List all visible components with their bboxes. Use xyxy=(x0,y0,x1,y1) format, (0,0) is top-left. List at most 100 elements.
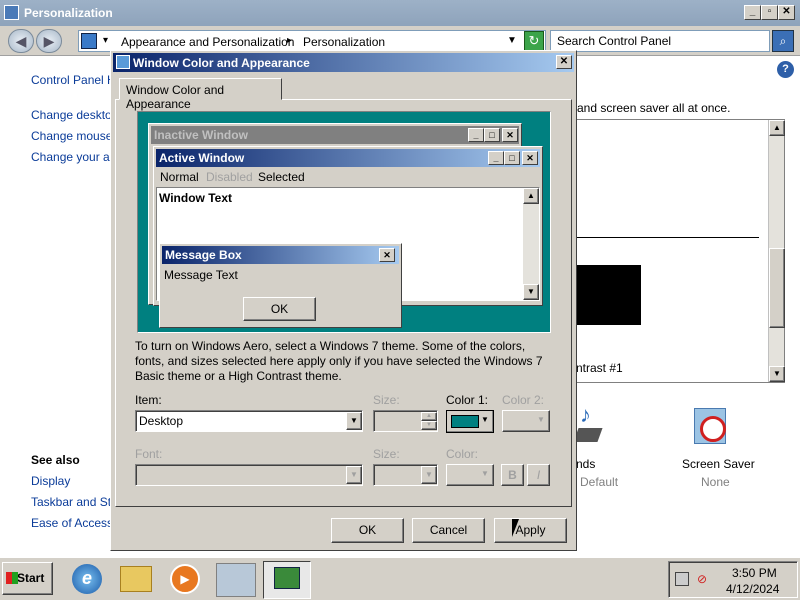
divider xyxy=(567,237,759,238)
see-also-display[interactable]: Display xyxy=(31,474,70,488)
message-text: Message Text xyxy=(164,268,238,282)
dialog-icon xyxy=(116,55,130,69)
address-field[interactable]: ▾ Appearance and Personalization ▸ Perso… xyxy=(78,30,546,52)
system-tray: ⊘ 3:50 PM 4/12/2024 xyxy=(668,561,798,598)
see-also-taskbar[interactable]: Taskbar and Sta xyxy=(31,495,118,509)
control-panel-icon xyxy=(81,33,97,49)
font-color-label: Color: xyxy=(446,447,479,461)
media-player-icon[interactable]: ▶ xyxy=(170,564,200,594)
address-dropdown-icon[interactable]: ▼ xyxy=(507,35,517,46)
item-select-value: Desktop xyxy=(139,414,184,428)
color2-picker[interactable]: ▼ xyxy=(502,410,550,432)
sidebar-item-change-account[interactable]: Change your acc xyxy=(31,150,122,164)
chevron-down-icon[interactable]: ▼ xyxy=(346,466,362,484)
scrollbar-thumb[interactable] xyxy=(769,248,785,328)
clock-date[interactable]: 4/12/2024 xyxy=(726,582,779,596)
scroll-up-button[interactable]: ▲ xyxy=(523,188,539,204)
maximize-button[interactable]: ▫ xyxy=(761,5,778,20)
chevron-down-icon[interactable]: ▼ xyxy=(346,412,362,430)
menu-disabled[interactable]: Disabled xyxy=(206,170,253,184)
window-color-dialog: Window Color and Appearance ✕ Window Col… xyxy=(110,50,577,551)
personalization-task-button[interactable] xyxy=(263,561,311,599)
italic-button[interactable]: I xyxy=(527,464,550,486)
see-also-heading: See also xyxy=(31,453,80,467)
spin-down-icon[interactable]: ▼ xyxy=(421,421,437,430)
minimize-icon: _ xyxy=(488,151,504,165)
scroll-down-button[interactable]: ▼ xyxy=(523,284,539,300)
control-panel-task-icon[interactable] xyxy=(216,563,256,597)
network-icon[interactable] xyxy=(675,572,689,586)
scroll-down-button[interactable]: ▼ xyxy=(769,366,785,382)
font-size-select[interactable]: ▼ xyxy=(373,464,438,486)
font-size-label: Size: xyxy=(373,447,400,461)
minimize-button[interactable]: _ xyxy=(744,5,761,20)
sidebar-item-control-panel-home[interactable]: Control Panel Ho xyxy=(31,73,122,87)
search-input[interactable]: Search Control Panel xyxy=(550,30,770,52)
start-button[interactable]: Start xyxy=(2,562,53,595)
chevron-down-icon[interactable]: ▼ xyxy=(421,466,437,484)
screen-saver-value: None xyxy=(701,475,730,489)
dialog-close-button[interactable]: ✕ xyxy=(556,55,572,69)
theme-thumbnail[interactable] xyxy=(577,265,641,325)
chevron-down-icon: ▼ xyxy=(481,415,489,424)
control-panel-icon xyxy=(4,5,19,20)
keyboard-shape xyxy=(573,428,603,442)
sidebar-item-change-desktop[interactable]: Change desktop xyxy=(31,108,118,122)
dialog-titlebar[interactable]: Window Color and Appearance ✕ xyxy=(113,53,574,72)
volume-muted-icon[interactable]: ⊘ xyxy=(697,572,711,586)
item-label: Item: xyxy=(135,393,162,407)
theme-list[interactable]: ntrast #1 ▲ ▼ xyxy=(566,119,785,383)
chevron-down-icon[interactable]: ▾ xyxy=(103,35,108,46)
back-button[interactable]: ◀ xyxy=(8,29,34,53)
menu-selected[interactable]: Selected xyxy=(258,170,305,184)
bold-button[interactable]: B xyxy=(501,464,524,486)
description-text: To turn on Windows Aero, select a Window… xyxy=(135,339,543,383)
theme-list-scrollbar[interactable]: ▲ ▼ xyxy=(768,120,785,382)
message-box-preview[interactable]: Message Box ✕ Message Text OK xyxy=(159,243,402,328)
forward-button[interactable]: ▶ xyxy=(36,29,62,53)
start-label: Start xyxy=(17,571,45,585)
theme-label[interactable]: ntrast #1 xyxy=(576,361,623,375)
tab-window-color[interactable]: Window Color and Appearance xyxy=(119,78,282,111)
active-window-title: Active Window xyxy=(159,151,245,165)
file-explorer-icon[interactable] xyxy=(120,566,152,592)
sounds-value: Default xyxy=(580,475,619,489)
spin-up-icon[interactable]: ▲ xyxy=(421,412,437,421)
preview-scrollbar[interactable]: ▲ ▼ xyxy=(523,188,539,300)
color1-picker[interactable]: ▼ xyxy=(446,410,494,433)
search-icon[interactable]: ⌕ xyxy=(772,30,794,52)
minimize-icon: _ xyxy=(468,128,484,142)
chevron-down-icon: ▼ xyxy=(481,469,489,478)
dialog-title: Window Color and Appearance xyxy=(133,56,310,70)
screen-saver-icon[interactable] xyxy=(690,404,736,450)
close-button[interactable]: ✕ xyxy=(778,5,795,20)
breadcrumb-appearance[interactable]: Appearance and Personalization xyxy=(121,35,294,49)
cancel-button[interactable]: Cancel xyxy=(412,518,485,543)
chevron-right-icon[interactable]: ▸ xyxy=(287,35,292,46)
preview-area[interactable]: Inactive Window _ □ ✕ Active Window _ □ … xyxy=(137,111,551,333)
refresh-button[interactable]: ↻ xyxy=(524,31,544,51)
screen-saver-label[interactable]: Screen Saver xyxy=(682,457,755,471)
maximize-icon: □ xyxy=(504,151,520,165)
font-color-picker[interactable]: ▼ xyxy=(446,464,494,486)
scroll-up-button[interactable]: ▲ xyxy=(769,120,785,136)
sidebar-item-change-mouse[interactable]: Change mouse p xyxy=(31,129,122,143)
breadcrumb-personalization[interactable]: Personalization xyxy=(303,35,385,49)
item-select[interactable]: Desktop ▼ xyxy=(135,410,363,432)
clock-time[interactable]: 3:50 PM xyxy=(732,566,777,580)
message-ok-button[interactable]: OK xyxy=(243,297,316,321)
intro-text: and screen saver all at once. xyxy=(577,101,731,115)
sounds-label[interactable]: nds xyxy=(576,457,595,471)
apply-button[interactable]: Apply xyxy=(494,518,567,543)
ok-button[interactable]: OK xyxy=(331,518,404,543)
sounds-icon[interactable]: ♪ xyxy=(573,402,604,448)
internet-explorer-icon[interactable]: e xyxy=(72,564,102,594)
size-spinner[interactable]: ▲ ▼ xyxy=(373,410,438,432)
menu-normal[interactable]: Normal xyxy=(160,170,199,184)
music-note-icon: ♪ xyxy=(580,402,591,427)
font-label: Font: xyxy=(135,447,163,461)
close-icon: ✕ xyxy=(522,151,538,165)
help-icon[interactable]: ? xyxy=(777,61,794,78)
font-select[interactable]: ▼ xyxy=(135,464,363,486)
main-window-titlebar[interactable]: Personalization _ ▫ ✕ xyxy=(0,0,800,26)
